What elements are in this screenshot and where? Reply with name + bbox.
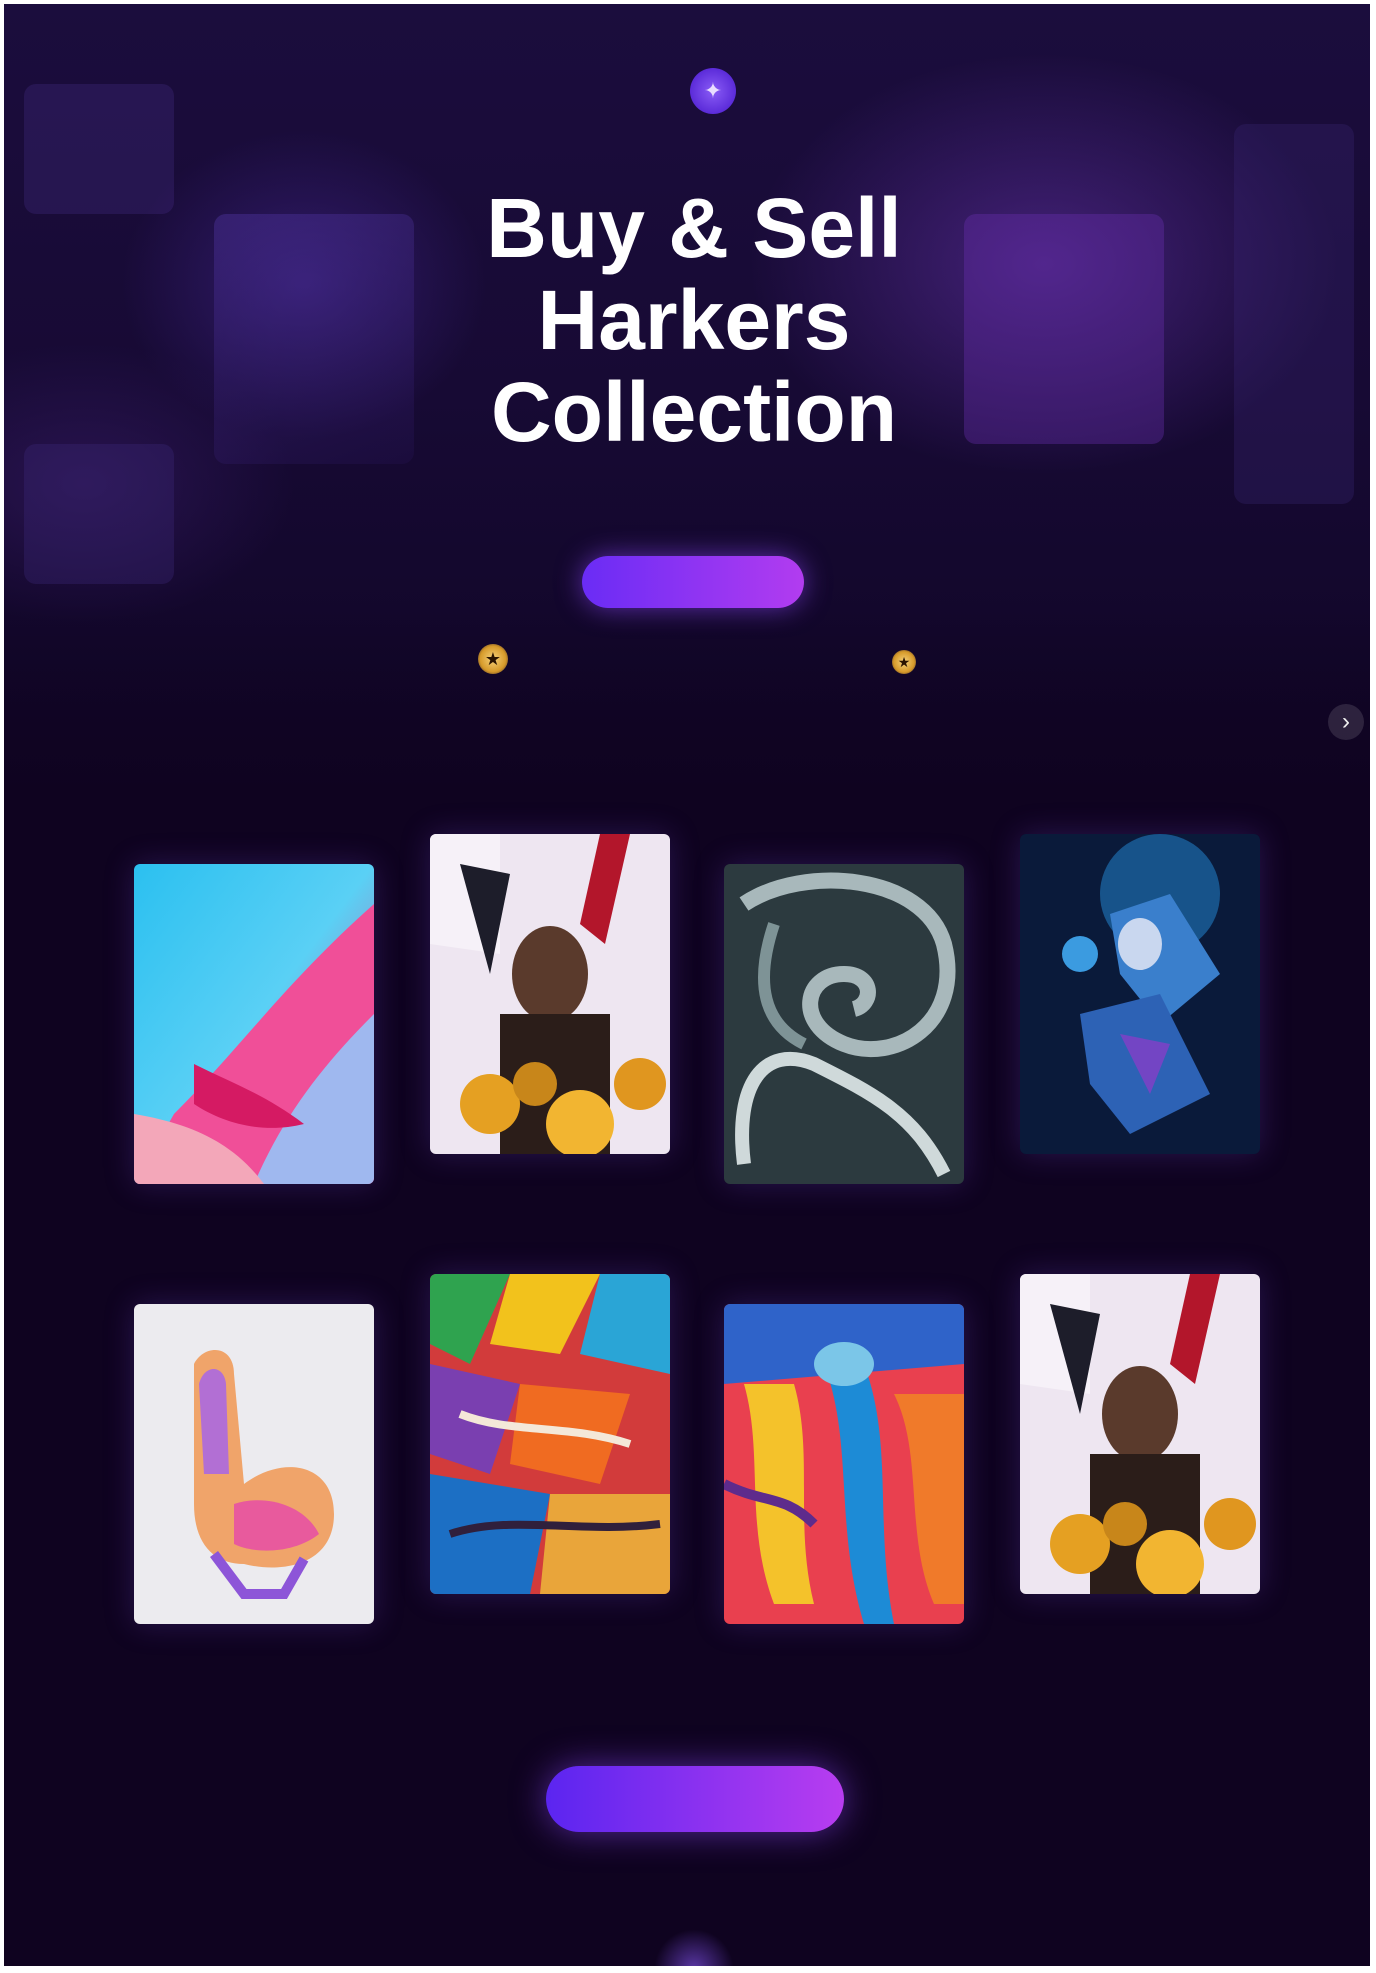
artwork-image	[134, 1304, 374, 1624]
artwork-image	[1020, 834, 1260, 1154]
artwork-image	[134, 864, 374, 1184]
nft-card[interactable]	[134, 1304, 374, 1684]
hero-background-art	[24, 84, 174, 214]
nft-card[interactable]	[430, 1274, 670, 1654]
hero-fade	[4, 604, 1370, 804]
artwork-image	[724, 1304, 964, 1624]
hero-title: Buy & Sell Harkers Collection	[384, 182, 1004, 458]
hero-background-art	[1234, 124, 1354, 504]
footer-glow	[654, 1929, 734, 1966]
artwork-image	[430, 1274, 670, 1594]
hero-cta-button[interactable]	[582, 556, 804, 608]
nft-card[interactable]	[724, 1304, 964, 1684]
nft-card[interactable]	[1020, 1274, 1260, 1654]
hero-title-line: Buy & Sell	[486, 181, 902, 275]
nft-card[interactable]	[724, 864, 964, 1244]
collection-gallery	[4, 824, 1370, 1694]
hero-title-line: Harkers	[537, 273, 851, 367]
nft-card[interactable]	[430, 834, 670, 1214]
nft-card[interactable]	[134, 864, 374, 1244]
artwork-image	[1020, 1274, 1260, 1594]
star-icon: ★	[478, 644, 508, 674]
star-icon: ★	[892, 650, 916, 674]
artwork-image	[724, 864, 964, 1184]
hero-background-art	[24, 444, 174, 584]
nft-card[interactable]	[1020, 834, 1260, 1214]
hero-title-line: Collection	[490, 365, 897, 459]
page-frame: ✦ Buy & Sell Harkers Collection ★ ★ ›	[4, 4, 1370, 1966]
chevron-right-icon[interactable]: ›	[1328, 704, 1364, 740]
sparkle-icon: ✦	[690, 68, 736, 114]
artwork-image	[430, 834, 670, 1154]
view-more-button[interactable]	[546, 1766, 844, 1832]
